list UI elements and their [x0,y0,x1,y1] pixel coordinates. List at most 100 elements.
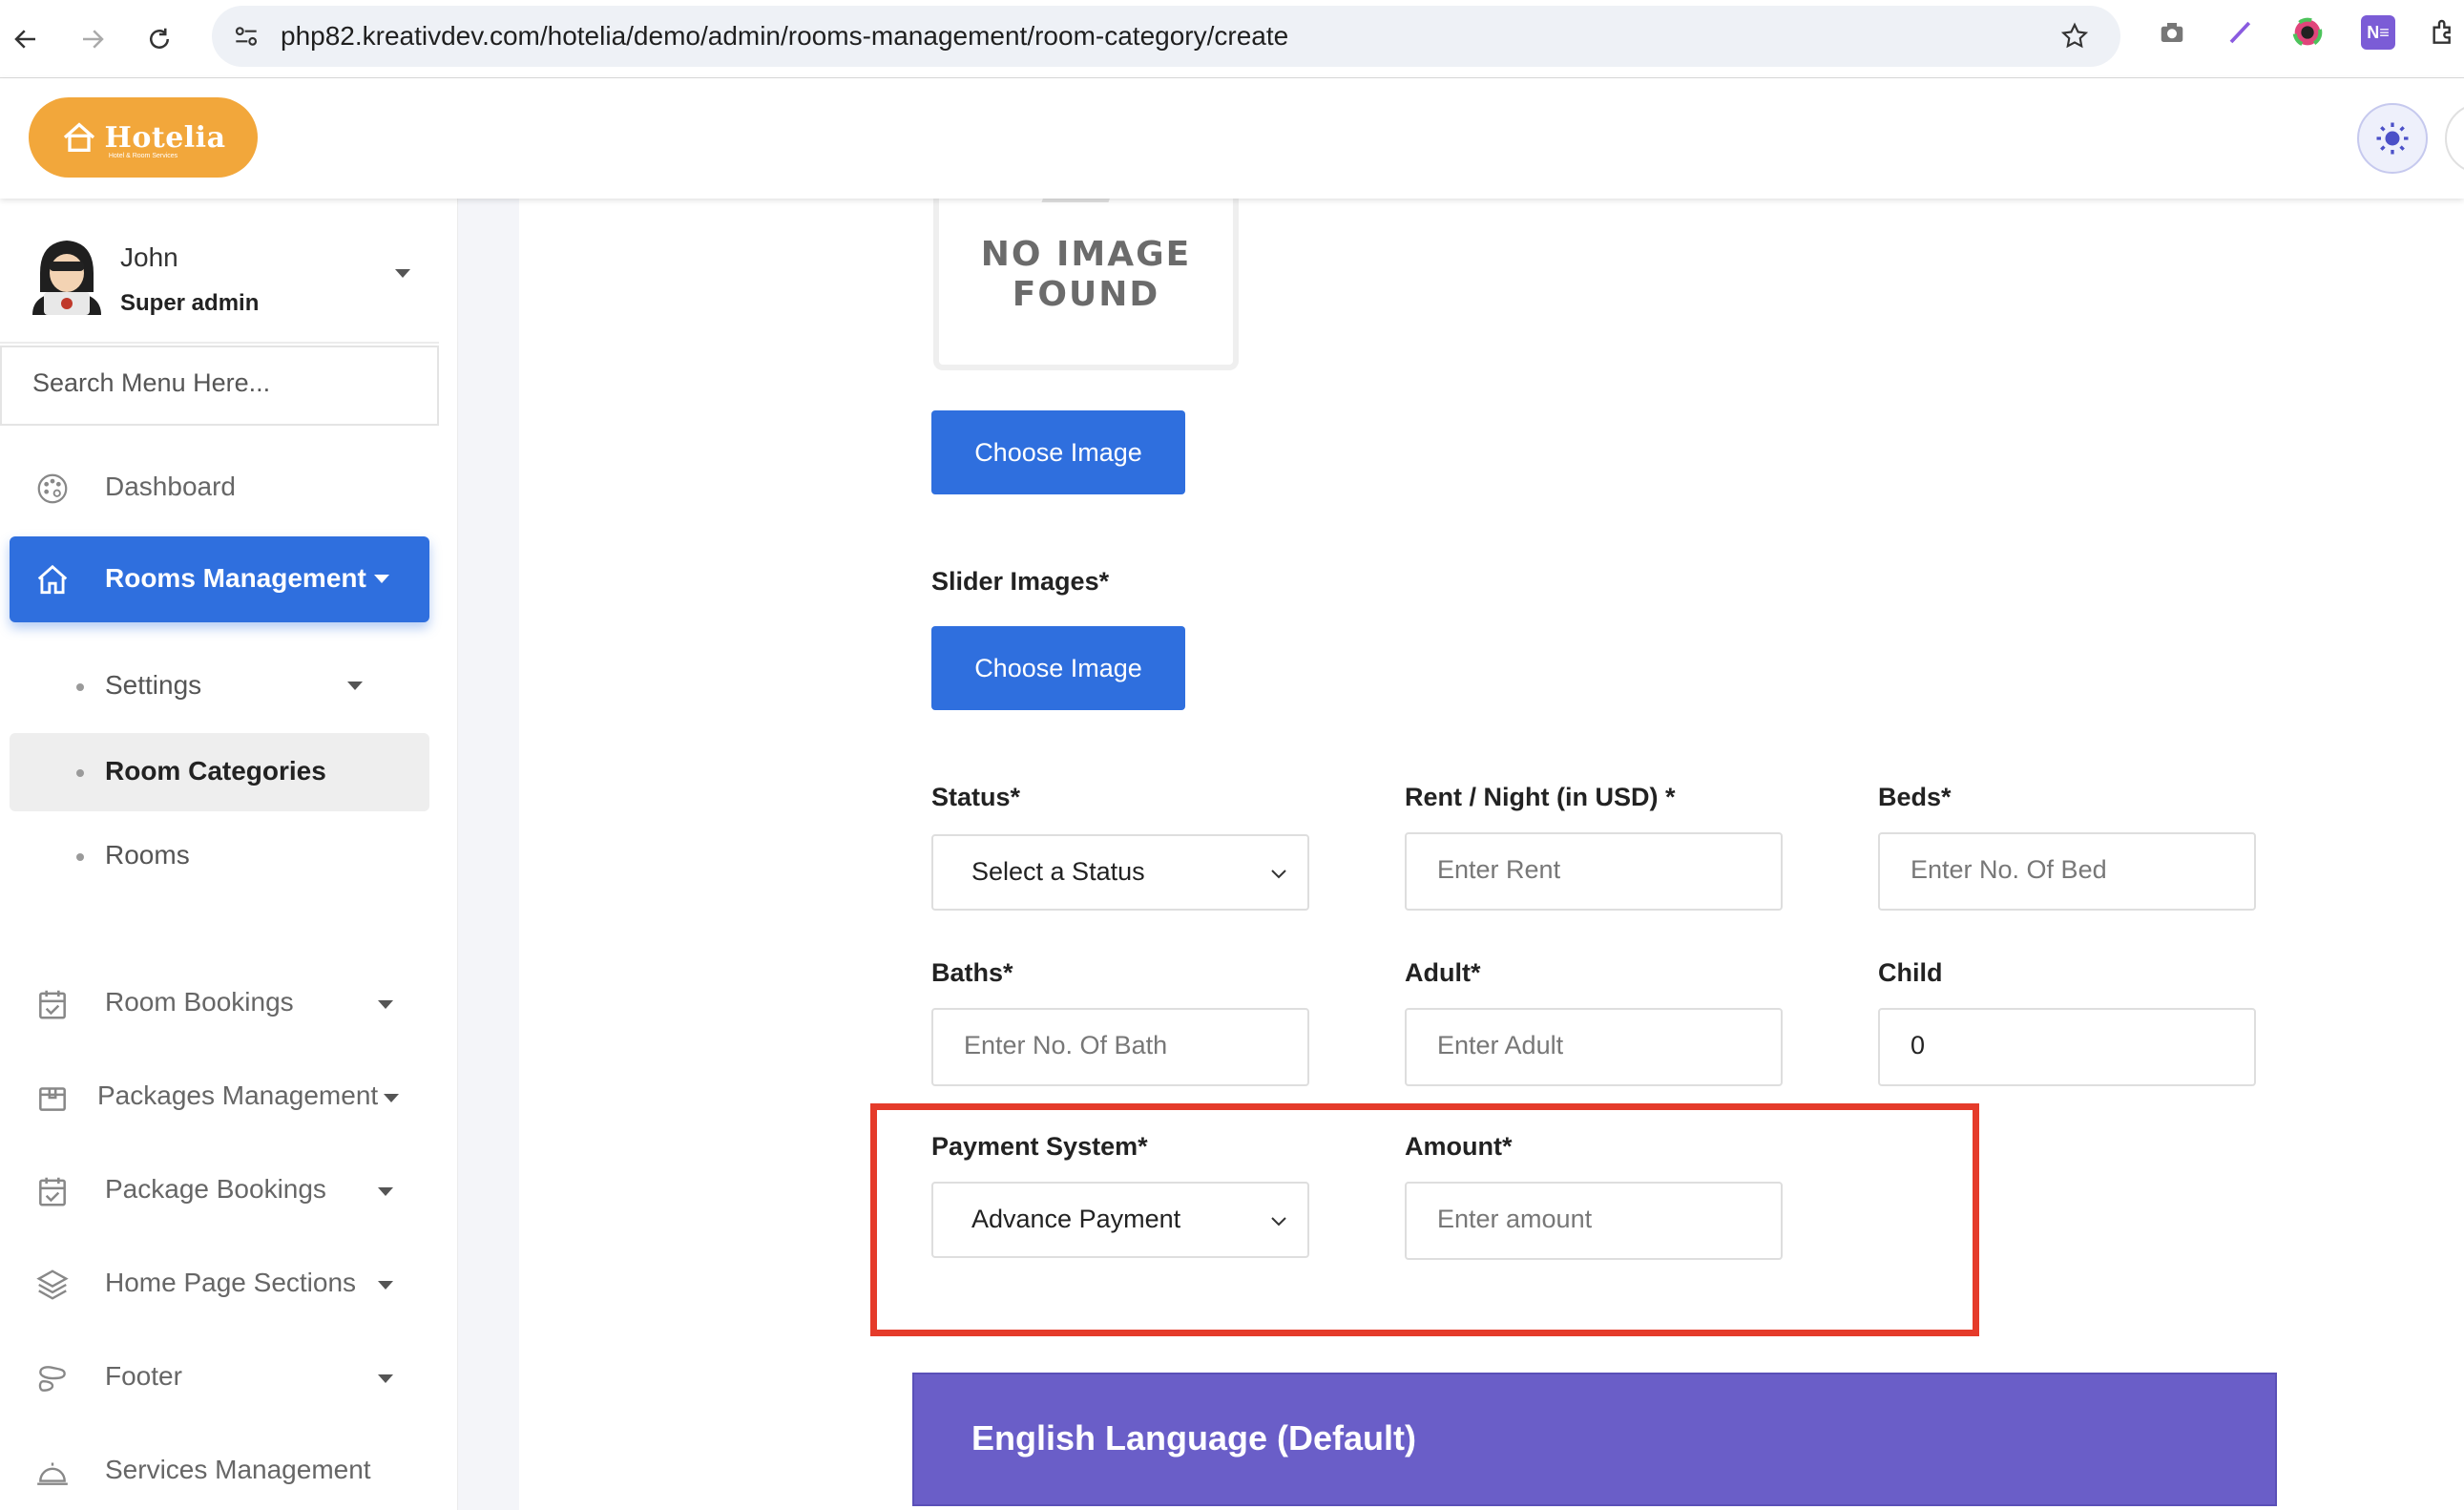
sidebar-item-package-bookings[interactable]: Package Bookings [10,1147,429,1233]
address-bar[interactable]: php82.kreativdev.com/hotelia/demo/admin/… [212,6,2120,67]
rent-label: Rent / Night (in USD) * [1405,783,1676,811]
bullet-icon [76,853,84,861]
choose-slider-images-button[interactable]: Choose Image [931,626,1185,710]
footprint-icon [38,1366,66,1392]
sidebar-subitem-room-categories[interactable]: Room Categories [10,733,429,811]
calendar-check-icon [39,990,66,1019]
slider-images-label: Slider Images* [931,567,1110,596]
camera-extension-icon[interactable] [2155,15,2189,50]
amount-input[interactable] [1437,1205,1762,1234]
back-icon[interactable] [2,15,50,63]
sidebar-subitem-rooms[interactable]: Rooms [10,817,429,895]
home-page-sections-caret-icon [378,1281,393,1290]
bookmark-star-icon[interactable] [2059,21,2090,52]
chevron-down-icon [1271,870,1286,879]
package-bookings-caret-icon [378,1187,393,1196]
palette-icon [37,473,68,504]
rent-field [1405,832,1783,911]
child-input[interactable] [1911,1031,2235,1060]
user-profile[interactable]: John Super admin [0,199,439,344]
beds-label: Beds* [1878,783,1952,811]
status-label: Status* [931,783,1021,811]
home-icon [37,564,68,595]
child-label: Child [1878,958,1943,987]
footer-caret-icon [378,1374,393,1383]
payment-system-value: Advance Payment [971,1205,1181,1233]
sidebar-label-room-bookings: Room Bookings [105,987,294,1017]
sidebar-item-dashboard[interactable]: Dashboard [10,445,429,531]
sidebar-label-dashboard: Dashboard [105,472,236,501]
browser-toolbar: php82.kreativdev.com/hotelia/demo/admin/… [0,0,2464,78]
payment-system-select[interactable]: Advance Payment [931,1182,1309,1258]
choose-thumbnail-button[interactable]: Choose Image [931,410,1185,494]
beds-field [1878,832,2256,911]
user-name: John [120,242,178,272]
sidebar: John Super admin Dashboard Rooms Managem… [0,199,458,1510]
sidebar-sublabel-room-categories: Room Categories [105,756,326,786]
sidebar-label-package-bookings: Package Bookings [105,1174,326,1204]
no-image-text: NO IMAGE FOUND [939,235,1233,315]
calendar-check-icon [39,1177,66,1206]
user-role: Super admin [120,290,260,316]
sidebar-label-home-page-sections: Home Page Sections [105,1268,357,1297]
reload-icon[interactable] [136,15,183,63]
sidebar-sublabel-rooms: Rooms [105,840,190,870]
room-category-form: NO IMAGE FOUND Choose Image Slider Image… [519,189,2464,1510]
bullet-icon [76,769,84,777]
forward-icon[interactable] [69,15,116,63]
user-menu-caret-icon[interactable] [395,269,410,278]
settings-caret-icon [347,682,363,690]
package-box-icon [39,1087,66,1111]
english-language-section[interactable]: English Language (Default) [912,1373,2277,1506]
amount-field [1405,1182,1783,1260]
sidebar-item-footer[interactable]: Footer [10,1334,429,1420]
bullet-icon [76,683,84,691]
rooms-management-caret-icon [374,575,389,583]
color-picker-extension-icon[interactable] [2290,15,2325,50]
no-image-line-2: FOUND [1012,275,1160,314]
status-select-value: Select a Status [971,857,1145,886]
sidebar-label-packages-management: Packages Management [97,1080,379,1110]
baths-field [931,1008,1309,1086]
packages-management-caret-icon [384,1094,399,1102]
brand-tagline: Hotel & Room Services [108,153,178,159]
profile-menu-button[interactable] [2445,103,2464,174]
no-image-line-1: NO IMAGE [980,235,1192,274]
rent-input[interactable] [1437,855,1762,885]
pen-extension-icon[interactable] [2224,15,2258,50]
sidebar-item-services-management[interactable]: Services Management [10,1428,429,1510]
sidebar-item-room-bookings[interactable]: Room Bookings [10,960,429,1046]
room-bookings-caret-icon [378,1000,393,1009]
layers-icon [36,1269,69,1300]
sidebar-label-rooms-management: Rooms Management [105,563,366,593]
sun-icon [2376,122,2409,155]
sidebar-item-rooms-management[interactable]: Rooms Management [10,536,429,622]
hotel-logo-icon [64,122,95,152]
adult-input[interactable] [1437,1031,1762,1060]
theme-toggle-button[interactable] [2357,103,2428,174]
child-field [1878,1008,2256,1086]
app-header: Hotelia Hotel & Room Services [0,78,2464,199]
sidebar-item-packages-management[interactable]: Packages Management [10,1054,429,1140]
hacker-avatar-icon [32,241,101,315]
sidebar-sublabel-settings: Settings [105,670,202,700]
status-select[interactable]: Select a Status [931,834,1309,911]
site-settings-icon[interactable] [231,21,261,52]
sidebar-label-services-management: Services Management [105,1455,371,1484]
extensions-puzzle-icon[interactable] [2426,15,2460,50]
language-section-title: English Language (Default) [971,1418,1417,1458]
chevron-down-icon [1271,1217,1286,1227]
hotelia-logo[interactable]: Hotelia Hotel & Room Services [29,97,258,178]
baths-input[interactable] [964,1031,1288,1060]
adult-field [1405,1008,1783,1086]
menu-search-input[interactable] [32,368,414,398]
menu-search-box [0,346,439,426]
url-text: php82.kreativdev.com/hotelia/demo/admin/… [281,21,1289,51]
sidebar-subitem-settings[interactable]: Settings [10,647,429,725]
notes-extension-icon[interactable]: N≡ [2361,15,2395,50]
brand-name: Hotelia [104,120,226,155]
adult-label: Adult* [1405,958,1481,987]
sidebar-item-home-page-sections[interactable]: Home Page Sections [10,1241,429,1327]
beds-input[interactable] [1911,855,2235,885]
payment-system-label: Payment System* [931,1132,1148,1161]
